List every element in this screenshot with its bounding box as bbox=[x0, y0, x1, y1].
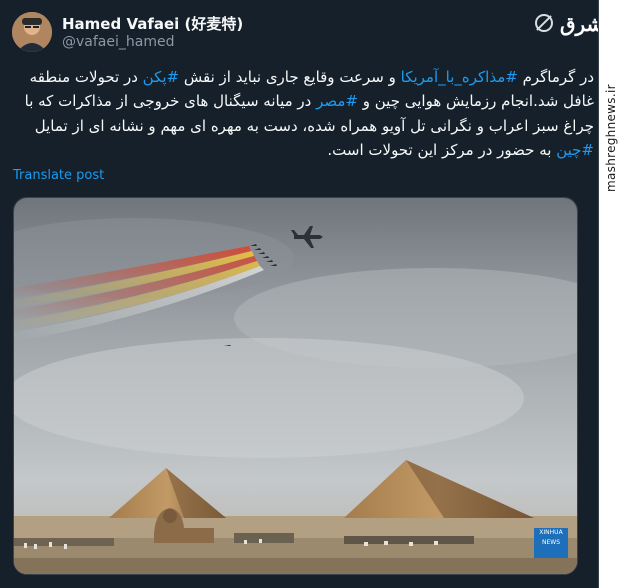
tweet-text-part: در گرماگرم bbox=[517, 68, 594, 86]
hashtag-link[interactable]: #چین bbox=[556, 141, 594, 159]
author-name[interactable]: Hamed Vafaei (好麦特) bbox=[62, 13, 243, 34]
xinhua-badge-line1: XINHUA bbox=[539, 529, 563, 536]
post-image[interactable]: XINHUA NEWS bbox=[13, 197, 578, 575]
watermark-text: mashreghnews.ir bbox=[604, 84, 618, 192]
mashregh-logo: مشرق bbox=[560, 12, 616, 36]
avatar[interactable] bbox=[12, 12, 52, 52]
grok-icon[interactable] bbox=[535, 14, 553, 32]
tweet-text-part: به حضور در مرکز این تحولات است. bbox=[327, 140, 557, 159]
tweet-text: در گرماگرم #مذاکره_با_آمریکا و سرعت وقای… bbox=[12, 65, 594, 162]
divider bbox=[598, 0, 599, 588]
xinhua-badge: XINHUA NEWS bbox=[534, 528, 568, 558]
pyramids-airshow-photo bbox=[14, 198, 577, 574]
tweet-text-part: و سرعت وقایع جاری نباید از نقش bbox=[179, 68, 401, 86]
avatar-image bbox=[12, 12, 52, 52]
xinhua-badge-line2: NEWS bbox=[541, 539, 561, 546]
hashtag-link[interactable]: #مصر bbox=[316, 92, 358, 110]
hashtag-link[interactable]: #پکن bbox=[143, 68, 179, 86]
translate-post-link[interactable]: Translate post bbox=[13, 168, 104, 183]
author-handle[interactable]: @vafaei_hamed bbox=[62, 34, 174, 50]
hashtag-link[interactable]: #مذاکره_با_آمریکا bbox=[401, 68, 518, 86]
tweet-card: Hamed Vafaei (好麦特) @vafaei_hamed مشرق در… bbox=[0, 0, 616, 588]
